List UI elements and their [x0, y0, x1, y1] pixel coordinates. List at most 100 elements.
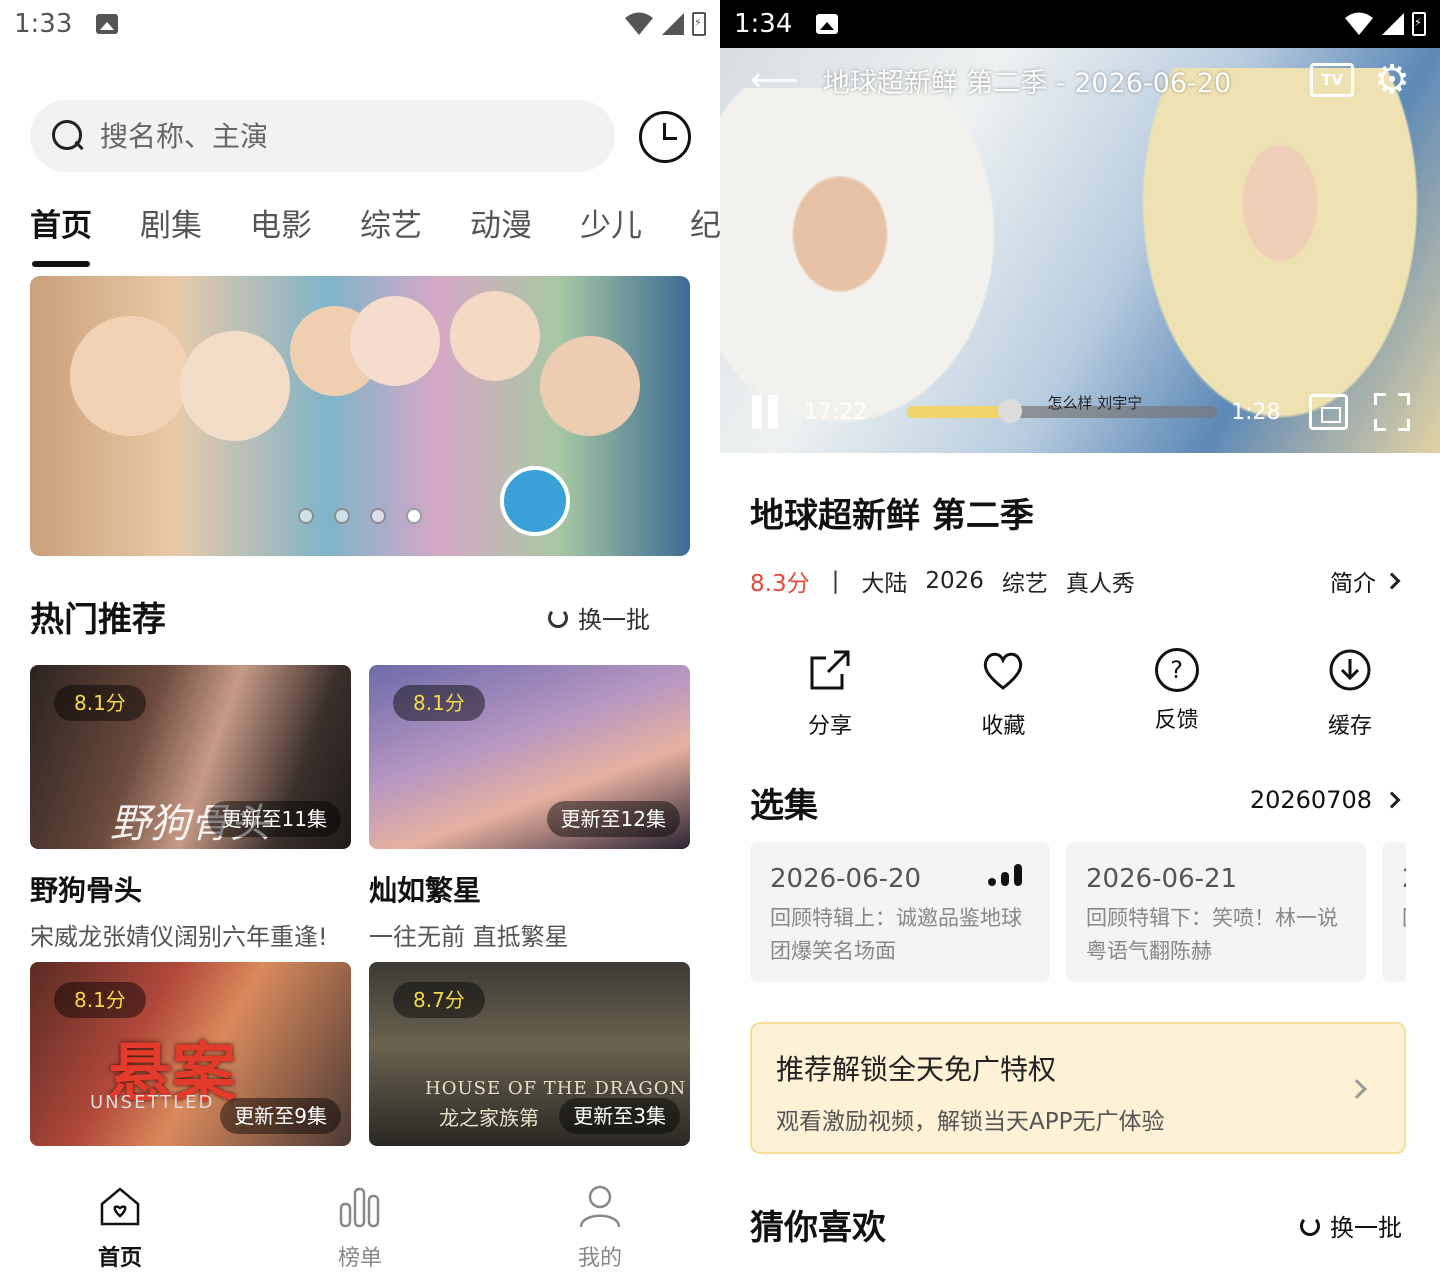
home-screen: 1:33 首页 剧集 电影 综艺 动漫 少儿 纪 [0, 0, 720, 1280]
update-badge: 更新至9集 [220, 1098, 341, 1134]
tab-anime[interactable]: 动漫 [470, 200, 532, 245]
battery-icon [692, 12, 706, 36]
gear-icon[interactable]: ⚙ [1374, 60, 1410, 100]
nav-home[interactable]: 首页 [60, 1184, 180, 1272]
pager-dot[interactable] [334, 508, 350, 524]
favorite-button[interactable]: 收藏 [933, 648, 1073, 740]
nav-charts-label: 榜单 [337, 1246, 382, 1271]
meta-year: 2026 [925, 568, 984, 594]
image-notification-icon [816, 14, 839, 34]
favorite-label: 收藏 [981, 714, 1026, 739]
pager-dot[interactable] [298, 508, 314, 524]
share-label: 分享 [807, 714, 852, 739]
seek-progress [907, 406, 1010, 418]
nav-charts[interactable]: 榜单 [300, 1184, 420, 1272]
card-poster: 野狗骨头 8.1分 更新至11集 [30, 665, 351, 849]
card-description: 宋威龙张婧仪阔别六年重逢! [30, 923, 328, 951]
refresh-icon [1300, 1215, 1320, 1236]
pause-icon[interactable] [750, 395, 780, 429]
pip-icon[interactable] [1308, 394, 1349, 430]
tab-variety[interactable]: 综艺 [360, 200, 422, 245]
show-title: 地球超新鲜 第二季 [750, 496, 1034, 536]
wifi-icon [1345, 12, 1373, 35]
status-bar: 1:34 [720, 0, 1440, 48]
refresh-label: 换一批 [578, 606, 650, 634]
media-card[interactable]: HOUSE OF THE DRAGON 龙之家族第 8.7分 更新至3集 [369, 962, 690, 1146]
episode-title: 回 [1402, 902, 1406, 935]
history-icon[interactable] [639, 111, 691, 163]
episode-list: 2026-06-20 回顾特辑上：诚邀品鉴地球团爆笑名场面 2026-06-21… [750, 842, 1406, 982]
card-title: 灿如繁星 [369, 874, 482, 907]
update-badge: 更新至12集 [546, 801, 680, 837]
nav-mine[interactable]: 我的 [540, 1184, 660, 1272]
download-icon [1329, 649, 1371, 691]
hot-section-title: 热门推荐 [30, 600, 166, 640]
update-badge: 更新至11集 [207, 801, 341, 837]
signal-icon [1382, 13, 1404, 35]
player-title: 地球超新鲜 第二季 - 2026-06-20 [822, 67, 1232, 99]
tab-documentary[interactable]: 纪 [690, 200, 720, 245]
media-card[interactable]: 悬案 UNSETTLED 8.1分 更新至9集 [30, 962, 351, 1146]
rating-badge: 8.1分 [393, 685, 485, 721]
episode-title: 回顾特辑下：笑喷！林一说粤语气翻陈赫 [1086, 906, 1338, 963]
rating-badge: 8.1分 [54, 685, 146, 721]
status-time: 1:33 [14, 9, 73, 39]
person-icon [579, 1185, 621, 1228]
seek-bar[interactable]: 怎么样 刘宇宁 [907, 394, 1218, 423]
download-label: 缓存 [1327, 714, 1372, 739]
meta-separator: | [831, 568, 840, 594]
episode-item[interactable]: 2026-06-21 回顾特辑下：笑喷！林一说粤语气翻陈赫 [1066, 842, 1366, 982]
pager-dot-active[interactable] [406, 508, 422, 524]
episode-item[interactable]: 2 回 [1382, 842, 1406, 982]
tab-movies[interactable]: 电影 [250, 200, 312, 245]
media-card[interactable]: 野狗骨头 8.1分 更新至11集 野狗骨头 宋威龙张婧仪阔别六年重逢! [30, 665, 351, 952]
episodes-code: 20260708 [1249, 786, 1372, 814]
fullscreen-icon[interactable] [1374, 393, 1410, 431]
card-poster: HOUSE OF THE DRAGON 龙之家族第 8.7分 更新至3集 [369, 962, 690, 1146]
tab-kids[interactable]: 少儿 [580, 200, 642, 245]
media-card[interactable]: 8.1分 更新至12集 灿如繁星 一往无前 直抵繁星 [369, 665, 690, 952]
episodes-title: 选集 [750, 786, 818, 826]
chart-bars-icon [339, 1187, 380, 1228]
chevron-right-icon [1383, 572, 1401, 590]
feedback-button[interactable]: ? 反馈 [1107, 648, 1247, 740]
category-tabs: 首页 剧集 电影 综艺 动漫 少儿 纪 [30, 200, 720, 267]
share-icon [810, 650, 850, 690]
video-player[interactable]: ⟵ 地球超新鲜 第二季 - 2026-06-20 TV ⚙ 17:22 怎么样 … [720, 48, 1440, 453]
search-icon [52, 120, 84, 152]
battery-icon [1412, 12, 1426, 36]
home-icon [100, 1187, 140, 1226]
hero-banner[interactable] [30, 276, 690, 556]
episodes-more[interactable]: 20260708 [1249, 786, 1401, 814]
card-description: 一往无前 直抵繁星 [369, 923, 569, 951]
pager-dot[interactable] [370, 508, 386, 524]
refresh-icon [548, 607, 568, 628]
episode-title: 回顾特辑上：诚邀品鉴地球团爆笑名场面 [770, 906, 1022, 963]
ad-free-promo[interactable]: 推荐解锁全天免广特权 观看激励视频，解锁当天APP无广体验 [750, 1022, 1406, 1154]
back-arrow-icon[interactable]: ⟵ [750, 60, 799, 100]
download-button[interactable]: 缓存 [1280, 648, 1420, 740]
tab-series[interactable]: 剧集 [140, 200, 202, 245]
heart-icon [984, 652, 1023, 690]
cast-tv-icon[interactable]: TV [1310, 63, 1355, 97]
intro-label: 简介 [1330, 571, 1376, 597]
show-score: 8.3分 [750, 571, 810, 597]
search-bar[interactable] [30, 100, 615, 172]
chevron-right-icon [1383, 791, 1401, 809]
recommend-refresh-button[interactable]: 换一批 [1300, 1208, 1402, 1243]
rating-badge: 8.7分 [393, 982, 485, 1018]
meta-genre: 真人秀 [1065, 571, 1135, 597]
hot-refresh-button[interactable]: 换一批 [548, 600, 650, 635]
bottom-nav: 首页 榜单 我的 [0, 1180, 720, 1280]
intro-link[interactable]: 简介 [1330, 564, 1401, 598]
episode-item[interactable]: 2026-06-20 回顾特辑上：诚邀品鉴地球团爆笑名场面 [750, 842, 1050, 982]
nav-home-label: 首页 [97, 1246, 142, 1271]
seek-handle[interactable] [997, 399, 1022, 423]
wifi-icon [625, 12, 653, 35]
status-bar: 1:33 [0, 0, 720, 48]
player-controls: 17:22 怎么样 刘宇宁 1:28 [750, 393, 1410, 431]
search-input[interactable] [100, 119, 580, 153]
tab-home[interactable]: 首页 [30, 200, 92, 267]
current-time: 17:22 [804, 399, 868, 425]
share-button[interactable]: 分享 [760, 648, 900, 740]
